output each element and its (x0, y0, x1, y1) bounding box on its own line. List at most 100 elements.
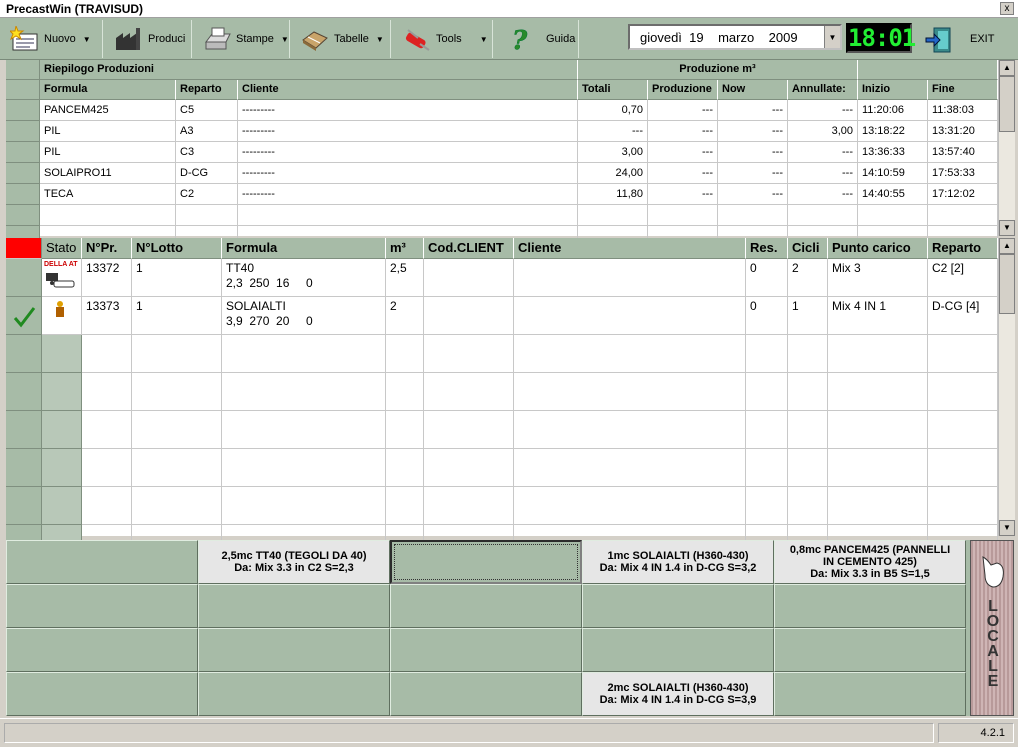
summary-cell[interactable]: 14:10:59 (858, 163, 928, 184)
row-selector[interactable] (6, 335, 42, 373)
row-selector[interactable] (6, 100, 40, 121)
orders-col-header[interactable]: Formula (222, 238, 386, 259)
orders-cell[interactable]: 0 (746, 297, 788, 335)
orders-cell[interactable] (928, 449, 998, 487)
panel-slot[interactable] (390, 672, 582, 716)
orders-cell[interactable] (222, 411, 386, 449)
panel-slot[interactable] (390, 540, 582, 584)
orders-cell[interactable] (424, 297, 514, 335)
orders-cell[interactable] (132, 449, 222, 487)
panel-slot[interactable] (198, 672, 390, 716)
orders-cell[interactable] (424, 411, 514, 449)
orders-cell[interactable] (746, 335, 788, 373)
stato-cell[interactable] (42, 411, 82, 449)
panel-slot[interactable] (774, 628, 966, 672)
summary-cell[interactable]: C5 (176, 100, 238, 121)
stato-cell[interactable] (42, 449, 82, 487)
orders-cell[interactable] (514, 449, 746, 487)
row-selector[interactable] (6, 487, 42, 525)
orders-cell[interactable] (828, 449, 928, 487)
summary-cell[interactable]: 3,00 (788, 121, 858, 142)
orders-col-header[interactable]: Stato (42, 238, 82, 259)
summary-cell[interactable]: --- (648, 184, 718, 205)
nuovo-button[interactable]: Nuovo ▼ (4, 18, 97, 60)
summary-cell[interactable]: --- (648, 142, 718, 163)
summary-cell[interactable]: --- (718, 163, 788, 184)
orders-cell[interactable] (514, 259, 746, 297)
orders-cell[interactable]: 1 (132, 297, 222, 335)
orders-col-header[interactable]: N°Pr. (82, 238, 132, 259)
orders-cell[interactable] (828, 335, 928, 373)
orders-cell[interactable] (386, 449, 424, 487)
summary-cell[interactable]: 0,70 (578, 100, 648, 121)
orders-col-header[interactable]: Punto carico (828, 238, 928, 259)
summary-col-header[interactable]: Formula (40, 80, 176, 100)
orders-cell[interactable] (82, 411, 132, 449)
panel-slot[interactable] (198, 584, 390, 628)
summary-cell[interactable]: 13:18:22 (858, 121, 928, 142)
summary-cell[interactable]: --- (788, 142, 858, 163)
orders-cell[interactable] (514, 335, 746, 373)
orders-cell[interactable] (424, 487, 514, 525)
orders-col-header[interactable]: Cliente (514, 238, 746, 259)
summary-cell[interactable]: C2 (176, 184, 238, 205)
panel-slot[interactable]: 0,8mc PANCEM425 (PANNELLI IN CEMENTO 425)… (774, 540, 966, 584)
orders-cell[interactable]: Mix 3 (828, 259, 928, 297)
orders-cell[interactable] (788, 335, 828, 373)
orders-cell[interactable] (386, 487, 424, 525)
orders-cell[interactable] (928, 335, 998, 373)
panel-slot[interactable] (582, 628, 774, 672)
row-selector[interactable] (6, 121, 40, 142)
scroll-down-icon[interactable]: ▼ (999, 520, 1015, 536)
summary-cell[interactable]: D-CG (176, 163, 238, 184)
exit-button[interactable]: EXIT (918, 18, 1000, 60)
orders-cell[interactable] (424, 335, 514, 373)
summary-cell[interactable]: PIL (40, 121, 176, 142)
orders-cell[interactable]: 1 (788, 297, 828, 335)
summary-cell[interactable]: 11:20:06 (858, 100, 928, 121)
orders-cell[interactable] (788, 487, 828, 525)
panel-slot[interactable] (582, 584, 774, 628)
summary-cell[interactable]: --------- (238, 121, 578, 142)
stato-cell[interactable]: DELLA AT (42, 259, 82, 297)
summary-cell[interactable]: --- (788, 100, 858, 121)
summary-cell[interactable]: --- (648, 163, 718, 184)
summary-cell[interactable]: A3 (176, 121, 238, 142)
orders-cell[interactable] (82, 335, 132, 373)
orders-cell[interactable]: Mix 4 IN 1 (828, 297, 928, 335)
orders-cell[interactable] (132, 373, 222, 411)
orders-cell[interactable] (514, 373, 746, 411)
orders-cell[interactable]: TT40 2,3 250 16 0 (222, 259, 386, 297)
orders-cell[interactable] (82, 373, 132, 411)
stato-cell[interactable] (42, 297, 82, 335)
scroll-up-icon[interactable]: ▲ (999, 238, 1015, 254)
panel-slot[interactable]: 2,5mc TT40 (TEGOLI DA 40) Da: Mix 3.3 in … (198, 540, 390, 584)
row-selector[interactable] (6, 163, 40, 184)
orders-cell[interactable] (424, 259, 514, 297)
orders-cell[interactable]: 2 (386, 297, 424, 335)
orders-cell[interactable]: 1 (132, 259, 222, 297)
orders-cell[interactable]: 2 (788, 259, 828, 297)
orders-col-header[interactable]: Cicli (788, 238, 828, 259)
summary-cell[interactable]: --------- (238, 100, 578, 121)
orders-cell[interactable] (828, 487, 928, 525)
summary-col-header[interactable]: Totali (578, 80, 648, 100)
orders-cell[interactable] (514, 411, 746, 449)
summary-col-header[interactable]: Fine (928, 80, 998, 100)
panel-slot[interactable] (390, 584, 582, 628)
tools-button[interactable]: Tools ▼ (396, 18, 494, 60)
summary-cell[interactable]: 24,00 (578, 163, 648, 184)
orders-cell[interactable] (132, 335, 222, 373)
orders-cell[interactable] (386, 411, 424, 449)
summary-cell[interactable] (858, 205, 928, 226)
orders-cell[interactable] (386, 373, 424, 411)
summary-cell[interactable]: 13:57:40 (928, 142, 998, 163)
summary-cell[interactable]: --- (648, 121, 718, 142)
summary-cell[interactable] (578, 205, 648, 226)
orders-cell[interactable] (386, 335, 424, 373)
summary-cell[interactable]: TECA (40, 184, 176, 205)
summary-cell[interactable]: 13:31:20 (928, 121, 998, 142)
orders-col-header[interactable]: Cod.CLIENT (424, 238, 514, 259)
orders-col-header[interactable]: m³ (386, 238, 424, 259)
orders-col-header[interactable]: N°Lotto (132, 238, 222, 259)
